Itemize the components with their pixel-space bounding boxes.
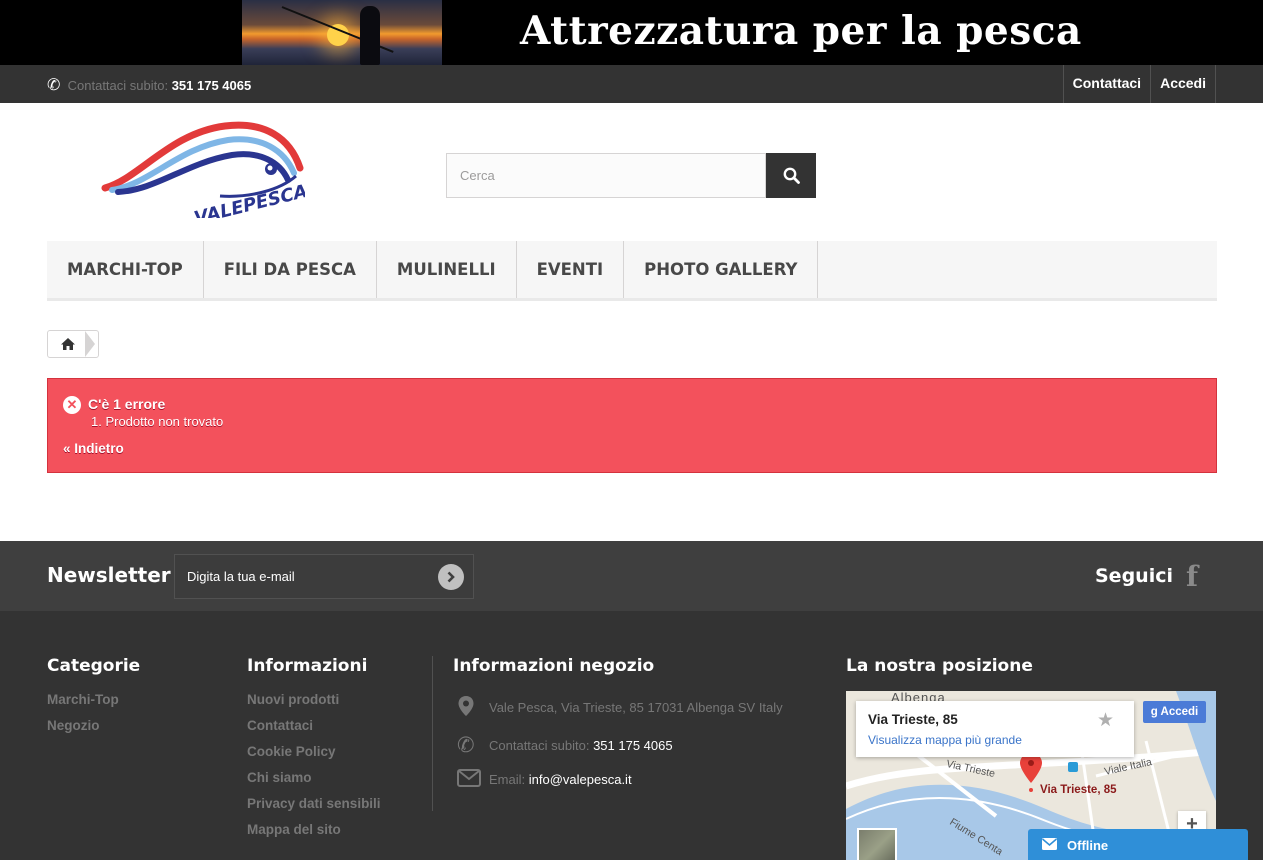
map-satellite-thumbnail[interactable] (857, 828, 897, 860)
store-email-link[interactable]: info@valepesca.it (529, 772, 632, 787)
newsletter-email-input[interactable] (175, 555, 430, 598)
chat-status: Offline (1067, 838, 1109, 853)
phone-icon: ✆ (457, 734, 475, 757)
envelope-icon (457, 769, 489, 790)
follow-title: Seguici (1095, 565, 1173, 587)
header-nav-bar: ✆ Contattaci subito: 351 175 4065 Contat… (0, 65, 1263, 103)
map-place-card: Via Trieste, 85 Visualizza mappa più gra… (856, 701, 1134, 757)
map-pin-label: Via Trieste, 85 (1040, 784, 1117, 796)
info-link-new-products[interactable]: Nuovi prodotti (247, 687, 381, 713)
error-icon: ✕ (63, 396, 81, 414)
store-phone: ✆ Contattaci subito: 351 175 4065 (457, 733, 673, 758)
map-signin-button[interactable]: g Accedi (1143, 701, 1206, 723)
star-icon[interactable]: ★ (1097, 709, 1114, 732)
menu-item-eventi[interactable]: EVENTI (517, 241, 625, 298)
banner-title: Attrezzatura per la pesca (520, 8, 1082, 54)
home-icon[interactable] (60, 337, 76, 351)
newsletter-submit-button[interactable] (438, 564, 464, 590)
header-contact: ✆ Contattaci subito: 351 175 4065 (47, 75, 251, 95)
banner-fisherman-photo (242, 0, 442, 65)
phone-icon: ✆ (47, 77, 61, 94)
contact-label: Contattaci subito: (67, 78, 169, 93)
search-button[interactable] (766, 153, 816, 198)
menu-item-marchi-top[interactable]: MARCHI-TOP (47, 241, 204, 298)
header-phone: 351 175 4065 (171, 78, 252, 93)
info-link-sitemap[interactable]: Mappa del sito (247, 817, 381, 843)
store-info-title: Informazioni negozio (453, 656, 655, 676)
map-title: La nostra posizione (846, 656, 1033, 676)
category-link-negozio[interactable]: Negozio (47, 713, 119, 739)
store-phone-number: 351 175 4065 (593, 738, 673, 753)
search-input[interactable] (446, 153, 766, 198)
map-place-name: Via Trieste, 85 (868, 712, 958, 727)
info-link-contact[interactable]: Contattaci (247, 713, 381, 739)
error-title: C'è 1 errore (88, 396, 166, 412)
map-signin-label: Accedi (1160, 706, 1199, 718)
store-address: Vale Pesca, Via Trieste, 85 17031 Albeng… (457, 695, 783, 720)
info-link-privacy[interactable]: Privacy dati sensibili (247, 791, 381, 817)
search-bar (446, 153, 816, 198)
login-link[interactable]: Accedi (1150, 65, 1216, 103)
envelope-icon (1042, 838, 1057, 850)
store-phone-label: Contattaci subito: (489, 738, 590, 753)
menu-item-mulinelli[interactable]: MULINELLI (377, 241, 517, 298)
top-banner: Attrezzatura per la pesca (0, 0, 1263, 65)
store-logo[interactable]: VALEPESCA (100, 118, 310, 229)
map-view-larger-link[interactable]: Visualizza mappa più grande (868, 733, 1022, 747)
breadcrumb (47, 330, 99, 358)
categories-title: Categorie (47, 656, 141, 676)
chevron-right-icon (447, 571, 455, 583)
map-marker-icon (457, 695, 489, 720)
store-email: Email: info@valepesca.it (457, 769, 632, 790)
newsletter-title: Newsletter (47, 563, 171, 587)
info-link-cookie-policy[interactable]: Cookie Policy (247, 739, 381, 765)
categories-list: Marchi-Top Negozio (47, 687, 119, 739)
google-icon: g (1150, 706, 1161, 718)
logo-text: VALEPESCA (192, 181, 305, 218)
newsletter-form (174, 554, 474, 599)
info-link-about[interactable]: Chi siamo (247, 765, 381, 791)
header-links: Contattaci Accedi (1062, 65, 1216, 103)
newsletter-band: Newsletter Seguici f (0, 541, 1263, 611)
chat-widget[interactable]: Offline (1028, 829, 1248, 860)
contact-link[interactable]: Contattaci (1062, 65, 1150, 103)
main-menu: MARCHI-TOP FILI DA PESCA MULINELLI EVENT… (47, 241, 1217, 301)
store-email-label: Email: (489, 772, 526, 787)
back-link[interactable]: « Indietro (63, 441, 124, 456)
info-title: Informazioni (247, 656, 368, 676)
store-address-text: Vale Pesca, Via Trieste, 85 17031 Albeng… (489, 700, 783, 715)
footer-divider (432, 656, 433, 811)
search-icon (783, 167, 800, 184)
info-list: Nuovi prodotti Contattaci Cookie Policy … (247, 687, 381, 843)
category-link-marchi-top[interactable]: Marchi-Top (47, 687, 119, 713)
menu-item-fili-da-pesca[interactable]: FILI DA PESCA (204, 241, 377, 298)
error-item: 1. Prodotto non trovato (91, 414, 224, 429)
menu-item-photo-gallery[interactable]: PHOTO GALLERY (624, 241, 819, 298)
error-alert: ✕ C'è 1 errore 1. Prodotto non trovato «… (47, 378, 1217, 473)
facebook-icon[interactable]: f (1186, 563, 1198, 591)
